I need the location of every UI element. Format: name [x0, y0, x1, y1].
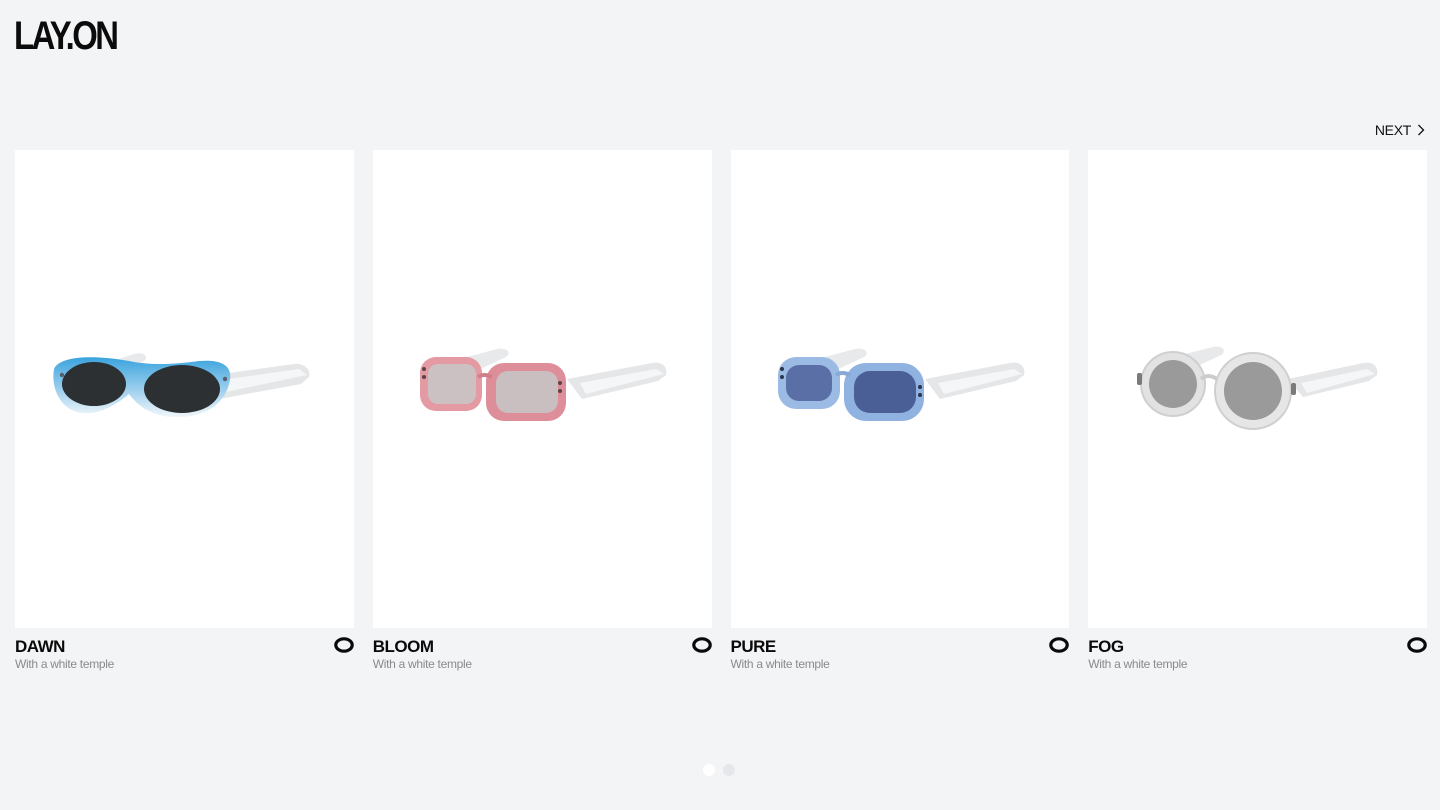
product-card-fog[interactable]: FOG With a white temple: [1088, 150, 1427, 672]
product-title-fog[interactable]: FOG: [1088, 638, 1427, 656]
carousel-pagination: [703, 764, 735, 776]
product-subtitle-dawn: With a white temple: [15, 657, 115, 671]
product-title-bloom[interactable]: BLOOM: [373, 638, 712, 656]
product-subtitle-fog: With a white temple: [1088, 657, 1188, 671]
product-meta-fog: FOG With a white temple: [1088, 628, 1427, 672]
sunglasses-dawn-image: [53, 353, 310, 418]
chevron-right-icon: [1417, 124, 1425, 136]
product-card-bloom[interactable]: BLOOM With a white temple: [372, 150, 712, 672]
product-image-fog[interactable]: [1088, 150, 1427, 628]
product-subtitle-pure: With a white temple: [730, 657, 830, 671]
lens-ring-icon[interactable]: [691, 637, 712, 653]
product-meta-bloom: BLOOM With a white temple: [373, 628, 712, 672]
product-meta-pure: PURE With a white temple: [731, 628, 1070, 672]
sunglasses-pure-image: [777, 348, 1025, 421]
pagination-dot-1[interactable]: [703, 764, 715, 776]
lens-ring-icon[interactable]: [333, 637, 354, 653]
page: LAY.ON NEXT DAWN With a white temple BLO…: [0, 0, 1440, 810]
next-button[interactable]: NEXT: [1375, 122, 1425, 138]
product-card-dawn[interactable]: DAWN With a white temple: [15, 150, 354, 672]
sunglasses-fog-image: [1136, 346, 1378, 430]
product-subtitle-bloom: With a white temple: [372, 657, 472, 671]
product-image-pure[interactable]: [730, 150, 1070, 628]
lens-ring-icon[interactable]: [1049, 637, 1070, 653]
product-title-dawn[interactable]: DAWN: [15, 638, 354, 656]
brand-logo[interactable]: LAY.ON: [14, 14, 119, 58]
product-card-pure[interactable]: PURE With a white temple: [730, 150, 1070, 672]
pagination-dot-2[interactable]: [723, 764, 735, 776]
next-label: NEXT: [1374, 122, 1411, 138]
product-meta-dawn: DAWN With a white temple: [15, 628, 354, 672]
sunglasses-bloom-image: [420, 348, 667, 421]
product-carousel: DAWN With a white temple BLOOM With a wh…: [15, 150, 1427, 672]
product-image-dawn[interactable]: [15, 150, 354, 628]
lens-ring-icon[interactable]: [1407, 637, 1427, 653]
product-image-bloom[interactable]: [372, 150, 712, 628]
product-title-pure[interactable]: PURE: [731, 638, 1070, 656]
